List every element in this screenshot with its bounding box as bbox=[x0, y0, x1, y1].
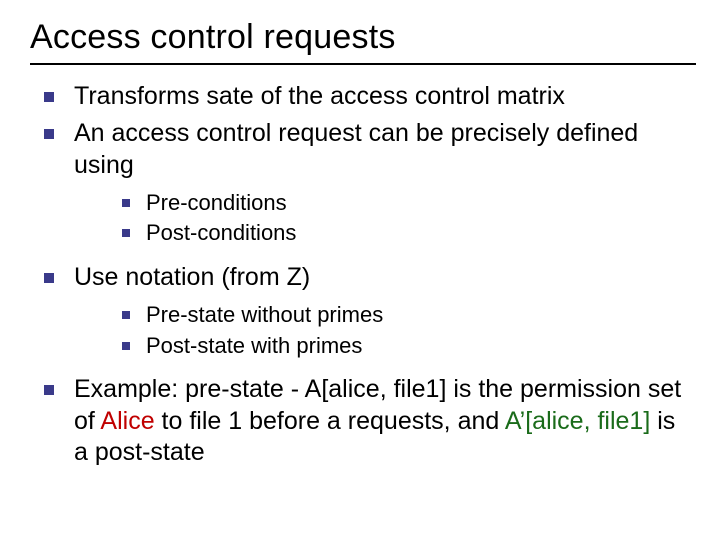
slide-title: Access control requests bbox=[30, 18, 696, 65]
bullet-text: Pre-conditions bbox=[146, 190, 287, 215]
slide: Access control requests Transforms sate … bbox=[0, 0, 720, 540]
list-item: Transforms sate of the access control ma… bbox=[36, 81, 696, 112]
list-item: Pre-state without primes bbox=[118, 301, 696, 330]
bullet-text: Transforms sate of the access control ma… bbox=[74, 82, 565, 110]
bullet-text-part: to file 1 before a requests, and bbox=[155, 407, 505, 435]
highlight-alice: Alice bbox=[100, 407, 154, 435]
list-item: Post-state with primes bbox=[118, 332, 696, 361]
bullet-text: Use notation (from Z) bbox=[74, 263, 310, 291]
sub-bullet-list: Pre-state without primes Post-state with… bbox=[74, 301, 696, 360]
list-item: An access control request can be precise… bbox=[36, 118, 696, 248]
bullet-text: An access control request can be precise… bbox=[74, 119, 638, 178]
bullet-text: Post-conditions bbox=[146, 220, 296, 245]
highlight-aprime: A’[alice, file1] bbox=[505, 407, 650, 435]
list-item: Use notation (from Z) Pre-state without … bbox=[36, 262, 696, 360]
bullet-text: Pre-state without primes bbox=[146, 302, 383, 327]
bullet-list: Transforms sate of the access control ma… bbox=[30, 81, 696, 468]
list-item: Example: pre-state - A[alice, file1] is … bbox=[36, 374, 696, 468]
bullet-text: Post-state with primes bbox=[146, 333, 362, 358]
sub-bullet-list: Pre-conditions Post-conditions bbox=[74, 189, 696, 248]
list-item: Post-conditions bbox=[118, 219, 696, 248]
list-item: Pre-conditions bbox=[118, 189, 696, 218]
